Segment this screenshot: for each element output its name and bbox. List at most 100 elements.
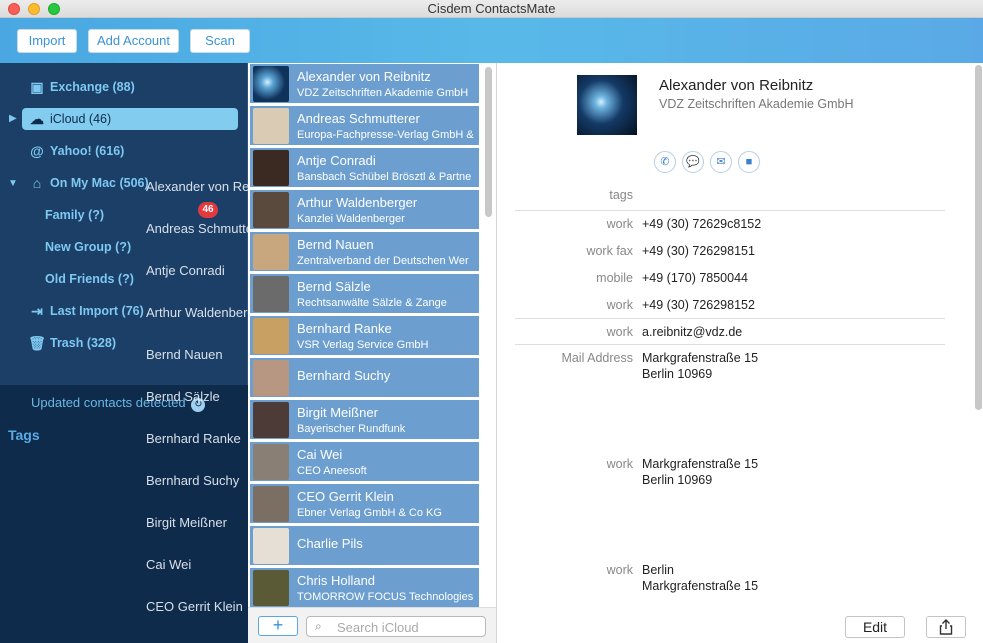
window-title: Cisdem ContactsMate xyxy=(427,1,556,16)
phone-value[interactable]: +49 (30) 726298151 xyxy=(642,244,755,258)
address-label: work xyxy=(606,457,633,471)
phone-label: work fax xyxy=(586,244,633,258)
cloud-icon: ☁ xyxy=(30,111,44,127)
address-line[interactable]: Markgrafenstraße 15 xyxy=(642,351,758,365)
phone-icon[interactable]: ✆ xyxy=(654,151,676,173)
contact-list: Alexander von Reibnitz VDZ Zeitschriften… xyxy=(248,63,497,643)
drag-ghost-name: Bernd Sälzle xyxy=(146,389,220,404)
minimize-window-button[interactable] xyxy=(28,3,40,15)
contact-company: CEO Aneesoft xyxy=(297,465,367,477)
sidebar: ▣ Exchange (88) ▶ ☁ iCloud (46) @ Yahoo!… xyxy=(0,63,280,643)
contact-row[interactable]: Charlie Pils xyxy=(250,526,479,566)
phone-label: work xyxy=(606,298,633,312)
contact-name: Antje Conradi xyxy=(297,153,376,168)
contact-name: Andreas Schmutterer xyxy=(297,111,420,126)
detail-company: VDZ Zeitschriften Akademie GmbH xyxy=(659,97,854,111)
contact-name: Charlie Pils xyxy=(297,536,363,551)
contact-company: Bansbach Schübel Brösztl & Partne xyxy=(297,171,472,183)
avatar xyxy=(253,150,289,186)
contact-row[interactable]: Antje Conradi Bansbach Schübel Brösztl &… xyxy=(250,148,479,188)
avatar xyxy=(253,570,289,606)
contact-name: Bernhard Ranke xyxy=(297,321,392,336)
address-line[interactable]: Berlin 10969 xyxy=(642,473,712,487)
sidebar-item-label: iCloud (46) xyxy=(50,112,112,126)
title-bar: Cisdem ContactsMate xyxy=(0,0,983,18)
contact-company: Bayerischer Rundfunk xyxy=(297,423,406,435)
address-line[interactable]: Berlin 10969 xyxy=(642,367,712,381)
add-account-button[interactable]: Add Account xyxy=(88,29,179,53)
phone-value[interactable]: +49 (170) 7850044 xyxy=(642,271,748,285)
sidebar-item-exchange[interactable]: ▣ Exchange (88) xyxy=(0,76,240,98)
message-icon[interactable]: 💬 xyxy=(682,151,704,173)
contact-row[interactable]: Chris Holland TOMORROW FOCUS Technologie… xyxy=(250,568,479,608)
zoom-window-button[interactable] xyxy=(48,3,60,15)
sidebar-item-label: Exchange (88) xyxy=(50,80,135,94)
contact-name: Chris Holland xyxy=(297,573,376,588)
contact-row[interactable]: Cai Wei CEO Aneesoft xyxy=(250,442,479,482)
contact-company: Europa-Fachpresse-Verlag GmbH & xyxy=(297,129,474,141)
email-value[interactable]: a.reibnitz@vdz.de xyxy=(642,325,742,339)
detail-scrollbar[interactable] xyxy=(975,65,982,410)
contact-row[interactable]: Andreas Schmutterer Europa-Fachpresse-Ve… xyxy=(250,106,479,146)
scan-button[interactable]: Scan xyxy=(190,29,250,53)
phone-value[interactable]: +49 (30) 72629c8152 xyxy=(642,217,761,231)
share-icon xyxy=(939,619,953,635)
sidebar-item-yahoo[interactable]: @ Yahoo! (616) xyxy=(0,140,240,162)
contact-company: TOMORROW FOCUS Technologies xyxy=(297,591,474,603)
video-icon[interactable]: ■ xyxy=(738,151,760,173)
address-line[interactable]: Berlin xyxy=(642,563,674,577)
search-placeholder: Search iCloud xyxy=(337,620,419,635)
trash-icon: 🗑 xyxy=(28,335,46,351)
avatar xyxy=(253,402,289,438)
avatar xyxy=(253,318,289,354)
contact-row[interactable]: Alexander von Reibnitz VDZ Zeitschriften… xyxy=(250,64,479,104)
contact-row[interactable]: Bernhard Ranke VSR Verlag Service GmbH xyxy=(250,316,479,356)
import-button[interactable]: Import xyxy=(17,29,77,53)
contact-company: Rechtsanwälte Sälzle & Zange xyxy=(297,297,447,309)
add-contact-button[interactable]: + xyxy=(258,616,298,636)
exchange-icon: ▣ xyxy=(30,79,44,95)
contact-row[interactable]: Bernd Nauen Zentralverband der Deutschen… xyxy=(250,232,479,272)
address-line[interactable]: Markgrafenstraße 15 xyxy=(642,457,758,471)
share-button[interactable] xyxy=(926,616,966,638)
contact-row[interactable]: Bernhard Suchy xyxy=(250,358,479,398)
contact-row[interactable]: Birgit Meißner Bayerischer Rundfunk xyxy=(250,400,479,440)
address-line[interactable]: Markgrafenstraße 15 xyxy=(642,579,758,593)
drag-ghost-name: Antje Conradi xyxy=(146,263,225,278)
house-icon: ⌂ xyxy=(32,175,42,191)
drag-ghost-name: Bernhard Ranke xyxy=(146,431,241,446)
drag-ghost-name: Cai Wei xyxy=(146,557,192,572)
sidebar-item-label: Family (?) xyxy=(45,208,105,222)
list-scrollbar[interactable] xyxy=(485,67,492,217)
phone-label: mobile xyxy=(596,271,633,285)
sidebar-item-label: Last Import (76) xyxy=(50,304,144,318)
contact-row[interactable]: Bernd Sälzle Rechtsanwälte Sälzle & Zang… xyxy=(250,274,479,314)
sidebar-item-new-group[interactable]: New Group (?) xyxy=(0,236,240,258)
contact-company: VSR Verlag Service GmbH xyxy=(297,339,429,351)
avatar xyxy=(253,192,289,228)
edit-button[interactable]: Edit xyxy=(845,616,905,638)
contact-company: Kanzlei Waldenberger xyxy=(297,213,405,225)
close-window-button[interactable] xyxy=(8,3,20,15)
drag-ghost-name: CEO Gerrit Klein xyxy=(146,599,243,614)
contact-row[interactable]: CEO Gerrit Klein Ebner Verlag GmbH & Co … xyxy=(250,484,479,524)
contact-name: Alexander von Reibnitz xyxy=(297,69,431,84)
sidebar-item-label: Yahoo! (616) xyxy=(50,144,125,158)
contact-name: Bernd Nauen xyxy=(297,237,374,252)
search-field[interactable]: ⌕ Search iCloud xyxy=(306,616,486,637)
avatar xyxy=(253,66,289,102)
avatar xyxy=(253,360,289,396)
contact-company: Ebner Verlag GmbH & Co KG xyxy=(297,507,442,519)
sidebar-item-label: New Group (?) xyxy=(45,240,132,254)
divider xyxy=(515,210,945,211)
sidebar-item-icloud[interactable]: ☁ iCloud (46) xyxy=(0,108,240,130)
contact-name: Bernhard Suchy xyxy=(297,368,391,383)
address-label: Mail Address xyxy=(561,351,633,365)
avatar xyxy=(253,528,289,564)
address-label: work xyxy=(606,563,633,577)
phone-value[interactable]: +49 (30) 726298152 xyxy=(642,298,755,312)
mail-icon[interactable]: ✉ xyxy=(710,151,732,173)
contact-row[interactable]: Arthur Waldenberger Kanzlei Waldenberger xyxy=(250,190,479,230)
avatar xyxy=(253,486,289,522)
tags-label: tags xyxy=(609,188,633,202)
